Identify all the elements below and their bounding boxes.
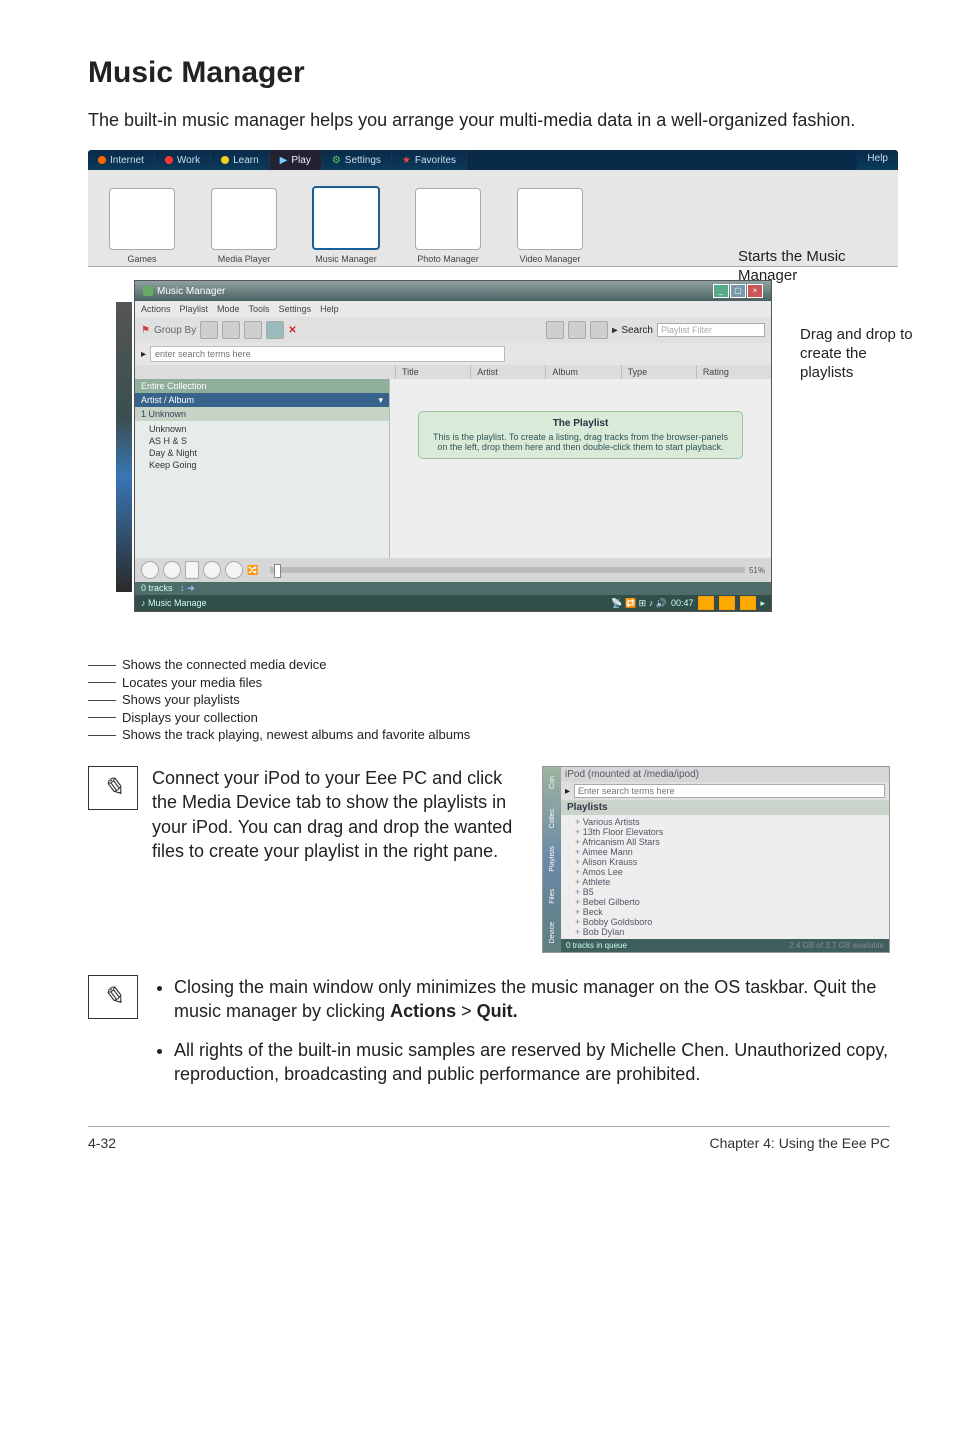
group-by-label: Group By: [154, 325, 196, 336]
list-item[interactable]: Bob Dylan: [575, 927, 889, 937]
music-manager-window: Music Manager _▢× Actions Playlist Mode …: [134, 280, 772, 612]
ipod-header[interactable]: iPod (mounted at /media/ipod): [561, 767, 889, 782]
playlist-tip: The Playlist This is the playlist. To cr…: [418, 411, 743, 459]
window-buttons[interactable]: _▢×: [712, 284, 763, 298]
launch-media-player[interactable]: Media Player: [196, 188, 292, 264]
nav-prev[interactable]: [546, 321, 564, 339]
groupby-btn4[interactable]: [266, 321, 284, 339]
status-bar: 0 tracks ↕ ➜ ♪ Music Manage 📡 🔁 ⊞ ♪ 🔊 00…: [135, 582, 771, 611]
search-row: ▸: [135, 343, 771, 365]
column-headers: Title Artist Album Type Rating: [135, 365, 771, 379]
play-button[interactable]: [163, 561, 181, 579]
list-item[interactable]: Bebel Gilberto: [575, 897, 889, 907]
menu-mode[interactable]: Mode: [217, 304, 240, 314]
playlist-filter-input[interactable]: [657, 323, 765, 337]
legend: Shows the connected media device Locates…: [88, 656, 890, 744]
app-screenshot-container: Internet Work Learn ▶ Play ⚙ Settings ★ …: [88, 150, 898, 650]
groupby-btn1[interactable]: [200, 321, 218, 339]
tab-help[interactable]: Help: [857, 150, 898, 170]
list-item[interactable]: Day & Night: [149, 447, 389, 459]
col-type[interactable]: Type: [621, 365, 696, 379]
list-item[interactable]: 13th Floor Elevators: [575, 827, 889, 837]
groupby-btn3[interactable]: [244, 321, 262, 339]
playback-controls: 🔀 51%: [135, 558, 771, 582]
col-album[interactable]: Album: [545, 365, 620, 379]
list-item[interactable]: Various Artists: [575, 817, 889, 827]
launch-games[interactable]: Games: [94, 188, 190, 264]
ipod-search[interactable]: [574, 784, 885, 798]
ipod-playlists-header: Playlists: [561, 800, 889, 815]
tab-internet[interactable]: Internet: [88, 150, 155, 170]
groupby-btn2[interactable]: [222, 321, 240, 339]
tab-learn[interactable]: Learn: [211, 150, 270, 170]
launch-photo-manager[interactable]: Photo Manager: [400, 188, 496, 264]
stop-button[interactable]: [203, 561, 221, 579]
list-item[interactable]: Amos Lee: [575, 867, 889, 877]
menu-actions[interactable]: Actions: [141, 304, 171, 314]
page-footer: 4-32 Chapter 4: Using the Eee PC: [88, 1126, 890, 1151]
status-btn1[interactable]: [698, 596, 714, 610]
ipod-sidetabs[interactable]: ConCollec.PlaylistsFilesDevice: [543, 767, 561, 952]
random-icon[interactable]: 🔀: [247, 565, 258, 576]
list-item[interactable]: B5: [575, 887, 889, 897]
ipod-playlist-list[interactable]: Various Artists13th Floor ElevatorsAfric…: [561, 815, 889, 939]
note-ipod: Connect your iPod to your Eee PC and cli…: [152, 766, 528, 953]
volume-slider[interactable]: [270, 567, 745, 573]
search-label: Search: [621, 325, 653, 336]
list-item[interactable]: Alison Krauss: [575, 857, 889, 867]
playlist-drop-area[interactable]: The Playlist This is the playlist. To cr…: [390, 379, 771, 558]
prev-button[interactable]: [141, 561, 159, 579]
page-title: Music Manager: [88, 56, 890, 90]
list-item[interactable]: Beck: [575, 907, 889, 917]
collection-tree[interactable]: Entire Collection Artist / Album ▾ 1 Unk…: [135, 379, 390, 558]
pause-button[interactable]: [185, 561, 199, 579]
tab-work[interactable]: Work: [155, 150, 211, 170]
list-item[interactable]: Africanism All Stars: [575, 837, 889, 847]
search-input[interactable]: [150, 346, 505, 362]
note-quit: Closing the main window only minimizes t…: [152, 975, 890, 1100]
ipod-screenshot: ConCollec.PlaylistsFilesDevice iPod (mou…: [542, 766, 890, 953]
status-btn3[interactable]: [740, 596, 756, 610]
nav-next[interactable]: [590, 321, 608, 339]
menu-playlist[interactable]: Playlist: [180, 304, 209, 314]
tab-settings[interactable]: ⚙ Settings: [322, 150, 392, 170]
app-tabs: Internet Work Learn ▶ Play ⚙ Settings ★ …: [88, 150, 898, 170]
menu-help[interactable]: Help: [320, 304, 339, 314]
list-item[interactable]: Bobby Goldsboro: [575, 917, 889, 927]
note-icon: ✎: [88, 975, 138, 1019]
menu-tools[interactable]: Tools: [249, 304, 270, 314]
note-icon: ✎: [88, 766, 138, 810]
next-button[interactable]: [225, 561, 243, 579]
launch-music-manager[interactable]: Music Manager: [298, 186, 394, 264]
caption-drag: Drag and drop to create the playlists: [800, 326, 920, 382]
tab-favorites[interactable]: ★ Favorites: [392, 150, 467, 170]
window-titlebar: Music Manager _▢×: [135, 281, 771, 301]
launch-video-manager[interactable]: Video Manager: [502, 188, 598, 264]
intro-text: The built-in music manager helps you arr…: [88, 108, 890, 132]
entire-collection[interactable]: Entire Collection: [135, 379, 389, 393]
left-color-strip: [116, 302, 132, 592]
status-btn2[interactable]: [719, 596, 735, 610]
list-item[interactable]: AS H & S: [149, 435, 389, 447]
menu-bar[interactable]: Actions Playlist Mode Tools Settings Hel…: [135, 301, 771, 317]
nav-up[interactable]: [568, 321, 586, 339]
list-item[interactable]: Athlete: [575, 877, 889, 887]
list-item[interactable]: Aimee Mann: [575, 847, 889, 857]
col-rating[interactable]: Rating: [696, 365, 771, 379]
col-title[interactable]: Title: [395, 365, 470, 379]
delete-icon[interactable]: ✕: [288, 325, 296, 336]
volume-label: 51%: [749, 566, 765, 575]
col-artist[interactable]: Artist: [470, 365, 545, 379]
unknown-group[interactable]: 1 Unknown: [135, 407, 389, 421]
list-item[interactable]: Unknown: [149, 423, 389, 435]
tab-play[interactable]: ▶ Play: [270, 150, 322, 170]
menu-settings[interactable]: Settings: [279, 304, 312, 314]
toolbar: ⚑ Group By ✕ ▸ Search: [135, 317, 771, 343]
list-item[interactable]: Keep Going: [149, 459, 389, 471]
